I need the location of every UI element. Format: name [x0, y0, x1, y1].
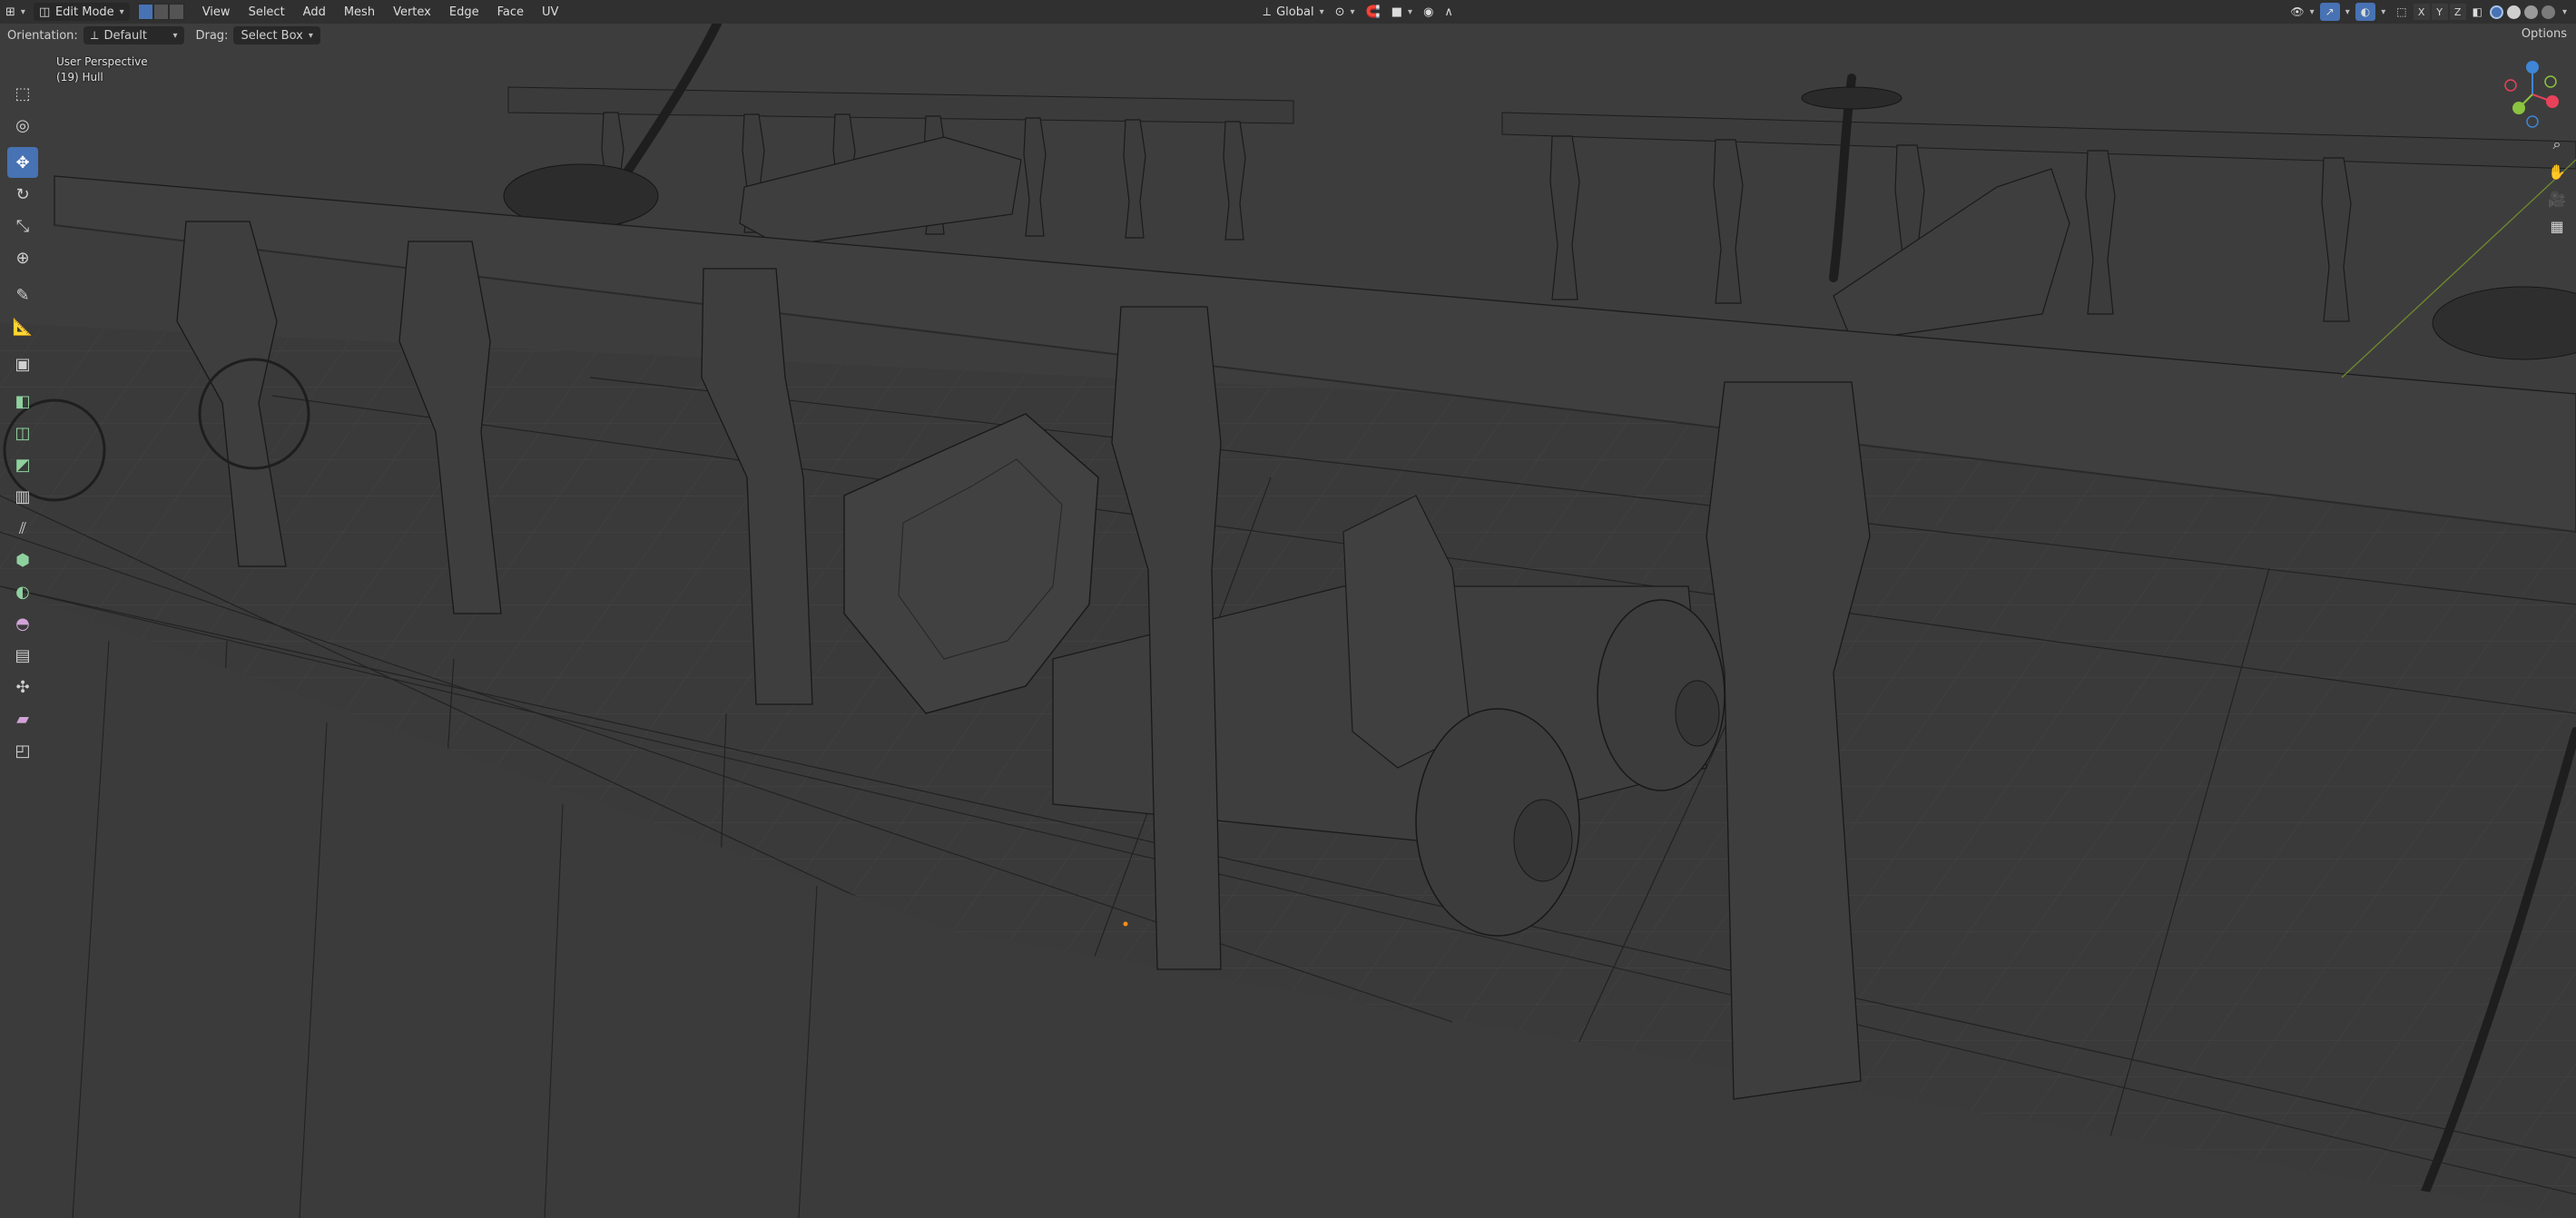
tool-settings-bar: Orientation: ⟂ Default ▾ Drag: Select Bo… — [0, 24, 324, 47]
gizmo-toggle-icon[interactable]: ↗ — [2319, 3, 2340, 21]
snap-target-icon[interactable]: ■ ▾ — [1386, 3, 1418, 21]
pivot-point-icon[interactable]: ⊙ ▾ — [1330, 3, 1361, 21]
loop-cut-tool-icon[interactable]: ▥ — [7, 481, 38, 512]
orientation-axis-icon: ⟂ — [90, 28, 99, 43]
viewport-header: ⊞ ▾ ◫ Edit Mode ▾ View Select Add Mesh Ve… — [0, 0, 2576, 24]
poly-build-tool-icon[interactable]: ⬢ — [7, 545, 38, 575]
menu-uv[interactable]: UV — [533, 3, 567, 21]
orientation-label: Global — [1276, 5, 1314, 19]
rotate-tool-icon[interactable]: ↻ — [7, 179, 38, 210]
chevron-down-icon: ▾ — [172, 30, 178, 41]
drag-setting-dropdown[interactable]: Select Box ▾ — [233, 26, 320, 44]
orientation-setting-label: Orientation: — [7, 28, 78, 43]
header-right-controls: 👁 ▾ ↗ ▾ ◐ ▾ ⬚ X Y Z ◧ ▾ — [2285, 0, 2576, 24]
menu-vertex[interactable]: Vertex — [384, 3, 440, 21]
menu-add[interactable]: Add — [294, 3, 335, 21]
select-box-tool-icon[interactable]: ⬚ — [7, 78, 38, 109]
mirror-z-toggle[interactable]: Z — [2449, 4, 2466, 20]
chevron-down-icon: ▾ — [119, 6, 124, 17]
extrude-region-tool-icon[interactable]: ◧ — [7, 386, 38, 417]
menu-mesh[interactable]: Mesh — [335, 3, 384, 21]
visibility-icon[interactable]: 👁 ▾ — [2285, 3, 2319, 21]
menu-face[interactable]: Face — [488, 3, 533, 21]
orientation-icon: ⟂ — [1263, 5, 1272, 19]
mirror-x-toggle[interactable]: X — [2413, 4, 2430, 20]
mesh-wireframe — [0, 24, 2576, 1218]
wireframe-shading-icon[interactable] — [2489, 5, 2503, 19]
orientation-setting-value: Default — [103, 28, 147, 43]
edit-mode-icon: ◫ — [38, 5, 51, 19]
knife-tool-icon[interactable]: ⫽ — [7, 513, 38, 544]
shear-tool-icon[interactable]: ▰ — [7, 703, 38, 734]
smooth-tool-icon[interactable]: ◓ — [7, 608, 38, 639]
mode-dropdown[interactable]: ◫ Edit Mode ▾ — [33, 3, 130, 21]
editor-type-icon[interactable]: ⊞ ▾ — [0, 3, 31, 21]
mode-label: Edit Mode — [54, 5, 114, 19]
zoom-icon[interactable]: ⌕ — [2545, 133, 2569, 156]
perspective-toggle-icon[interactable]: ▦ — [2545, 214, 2569, 238]
drag-setting-value: Select Box — [241, 28, 303, 43]
object-name-label: (19) Hull — [56, 71, 103, 83]
mesh-edit-overlay-icon[interactable]: ⬚ — [2391, 3, 2412, 21]
inset-faces-tool-icon[interactable]: ◫ — [7, 417, 38, 448]
edge-slide-tool-icon[interactable]: ▤ — [7, 640, 38, 671]
face-select-icon[interactable] — [168, 4, 184, 20]
scale-tool-icon[interactable]: ⤡ — [7, 211, 38, 241]
view-name-label: User Perspective — [56, 55, 148, 68]
transform-orientation-dropdown[interactable]: ⟂ Global ▾ — [1257, 3, 1329, 21]
tool-shelf: ⬚ ◎ ✥ ↻ ⤡ ⊕ ✎ 📐 ▣ ◧ ◫ ◩ ▥ ⫽ ⬢ ◐ ◓ ▤ ✣ ▰ … — [7, 78, 40, 767]
proportional-editing-icon[interactable]: ◉ — [1418, 3, 1439, 21]
shading-options-chevron-icon[interactable]: ▾ — [2562, 7, 2567, 17]
chevron-down-icon: ▾ — [308, 30, 313, 41]
solid-shading-icon[interactable] — [2506, 5, 2521, 19]
chevron-down-icon: ▾ — [1319, 6, 1324, 17]
menu-view[interactable]: View — [193, 3, 240, 21]
transform-tool-icon[interactable]: ⊕ — [7, 242, 38, 273]
3d-viewport[interactable]: User Perspective (19) Hull ⬚ ◎ ✥ ↻ ⤡ ⊕ ✎… — [0, 24, 2576, 1218]
xray-toggle-icon[interactable]: ◧ — [2467, 3, 2488, 21]
edge-select-icon[interactable] — [152, 4, 169, 20]
material-preview-shading-icon[interactable] — [2523, 5, 2538, 19]
rip-region-tool-icon[interactable]: ◰ — [7, 735, 38, 766]
camera-view-icon[interactable]: 🎥 — [2545, 187, 2569, 211]
cursor-tool-icon[interactable]: ◎ — [7, 110, 38, 141]
select-mode-group — [137, 4, 184, 20]
overlay-toggle-icon[interactable]: ◐ — [2355, 3, 2376, 21]
move-tool-icon[interactable]: ✥ — [7, 147, 38, 178]
vertex-select-icon[interactable] — [137, 4, 153, 20]
measure-tool-icon[interactable]: 📐 — [7, 311, 38, 342]
drag-setting-label: Drag: — [195, 28, 229, 43]
shrink-fatten-tool-icon[interactable]: ✣ — [7, 672, 38, 702]
spin-tool-icon[interactable]: ◐ — [7, 576, 38, 607]
add-cube-tool-icon[interactable]: ▣ — [7, 349, 38, 379]
orientation-setting-dropdown[interactable]: ⟂ Default ▾ — [83, 26, 185, 44]
menu-edge[interactable]: Edge — [440, 3, 488, 21]
pan-hand-icon[interactable]: ✋ — [2545, 160, 2569, 183]
rendered-shading-icon[interactable] — [2541, 5, 2555, 19]
menu-select[interactable]: Select — [240, 3, 294, 21]
snap-toggle-icon[interactable]: 🧲 — [1361, 3, 1386, 21]
options-dropdown[interactable]: Options — [2522, 27, 2567, 41]
blender-window: User Perspective (19) Hull ⬚ ◎ ✥ ↻ ⤡ ⊕ ✎… — [0, 0, 2576, 1218]
bevel-tool-icon[interactable]: ◩ — [7, 449, 38, 480]
options-label: Options — [2521, 27, 2567, 41]
mirror-y-toggle[interactable]: Y — [2431, 4, 2448, 20]
falloff-icon[interactable]: ∧ — [1439, 3, 1459, 21]
annotate-tool-icon[interactable]: ✎ — [7, 280, 38, 310]
